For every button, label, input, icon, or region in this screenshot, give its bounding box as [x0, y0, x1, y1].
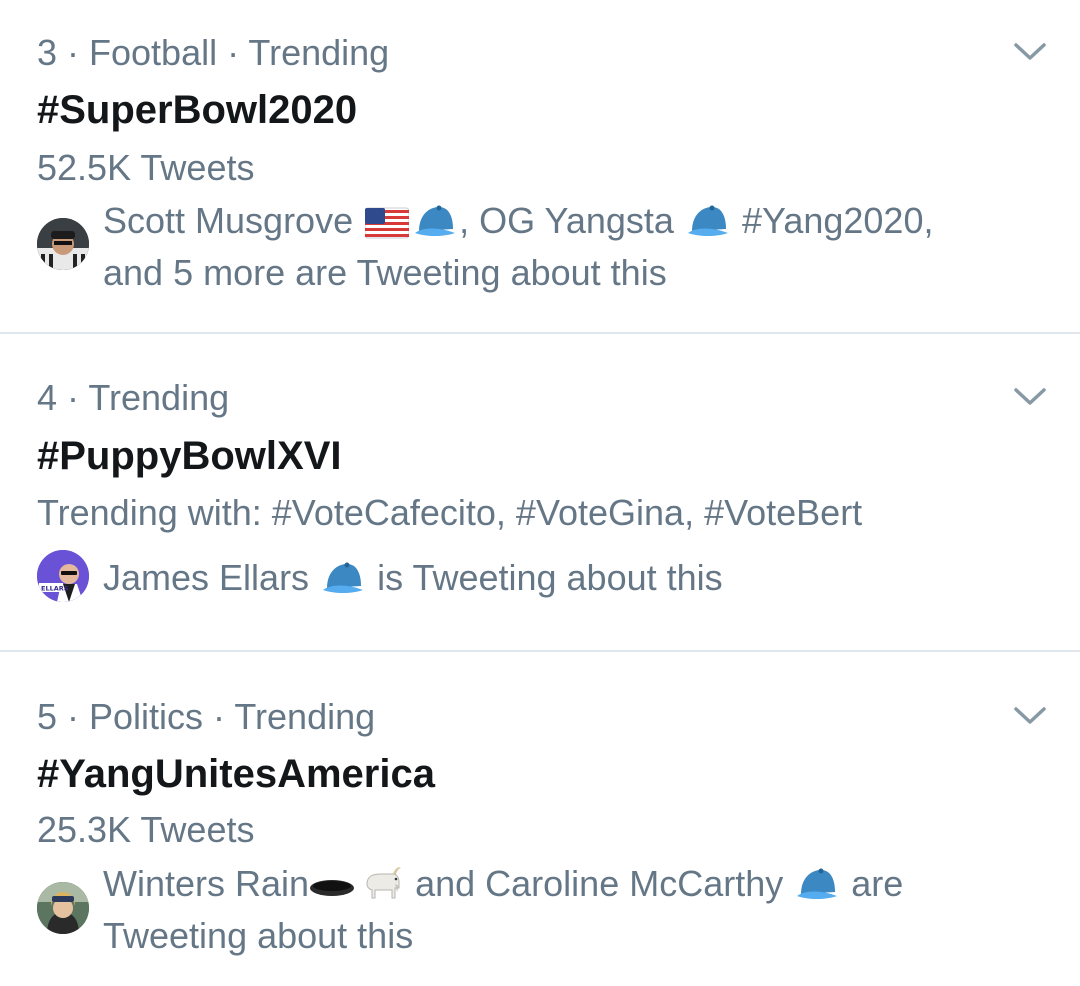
hole-icon	[310, 880, 355, 896]
blue-cap-icon	[687, 205, 728, 236]
trend-tweet-count: 25.3K Tweets	[37, 809, 255, 850]
social-tail: are	[851, 863, 904, 904]
trend-social-context: James Ellars is Tweeting about this	[103, 552, 1043, 604]
chevron-down-icon[interactable]	[1012, 704, 1048, 728]
trend-social-context: Winters Rain and Caroline McCarthy are T…	[103, 858, 1043, 962]
trend-meta: 3 · Football · Trending	[37, 32, 390, 73]
social-text: , OG Yangsta	[459, 200, 674, 241]
chevron-down-icon[interactable]	[1012, 40, 1048, 64]
social-tail: is Tweeting about this	[377, 557, 723, 598]
blue-cap-icon	[323, 562, 364, 593]
trend-social-context: Scott Musgrove , OG Yangsta #Yang2020, a…	[103, 195, 1043, 299]
avatar[interactable]	[37, 882, 89, 934]
trend-meta: 4 · Trending	[37, 377, 230, 418]
trend-meta: 5 · Politics · Trending	[37, 696, 376, 737]
user-name[interactable]: James Ellars	[103, 557, 309, 598]
trend-related-tags: Trending with: #VoteCafecito, #VoteGina,…	[37, 492, 863, 533]
user-name[interactable]: Scott Musgrove	[103, 200, 353, 241]
trend-hashtag: #PuppyBowlXVI	[37, 434, 342, 478]
user-name[interactable]: Winters Rain	[103, 863, 309, 904]
chevron-down-icon[interactable]	[1012, 385, 1048, 409]
social-tail: Tweeting about this	[103, 915, 414, 956]
trend-item-yangunitesamerica[interactable]: 5 · Politics · Trending #YangUnitesAmeri…	[0, 652, 1080, 986]
social-text: and Caroline McCarthy	[415, 863, 784, 904]
blue-cap-icon	[797, 868, 838, 899]
avatar[interactable]: ELLARS	[37, 550, 89, 602]
us-flag-icon	[365, 207, 410, 239]
blue-cap-icon	[415, 205, 456, 236]
trend-tweet-count: 52.5K Tweets	[37, 147, 255, 188]
trend-hashtag: #SuperBowl2020	[37, 88, 358, 132]
avatar[interactable]	[37, 218, 89, 270]
goat-icon	[366, 867, 402, 899]
social-hashtag: #Yang2020,	[741, 200, 934, 241]
trend-item-puppybowlxvi[interactable]: 4 · Trending #PuppyBowlXVI Trending with…	[0, 334, 1080, 651]
social-tail: and 5 more are Tweeting about this	[103, 252, 667, 293]
svg-text:ELLARS: ELLARS	[41, 585, 69, 593]
trend-hashtag: #YangUnitesAmerica	[37, 752, 435, 796]
trend-item-superbowl2020[interactable]: 3 · Football · Trending #SuperBowl2020 5…	[0, 0, 1080, 333]
